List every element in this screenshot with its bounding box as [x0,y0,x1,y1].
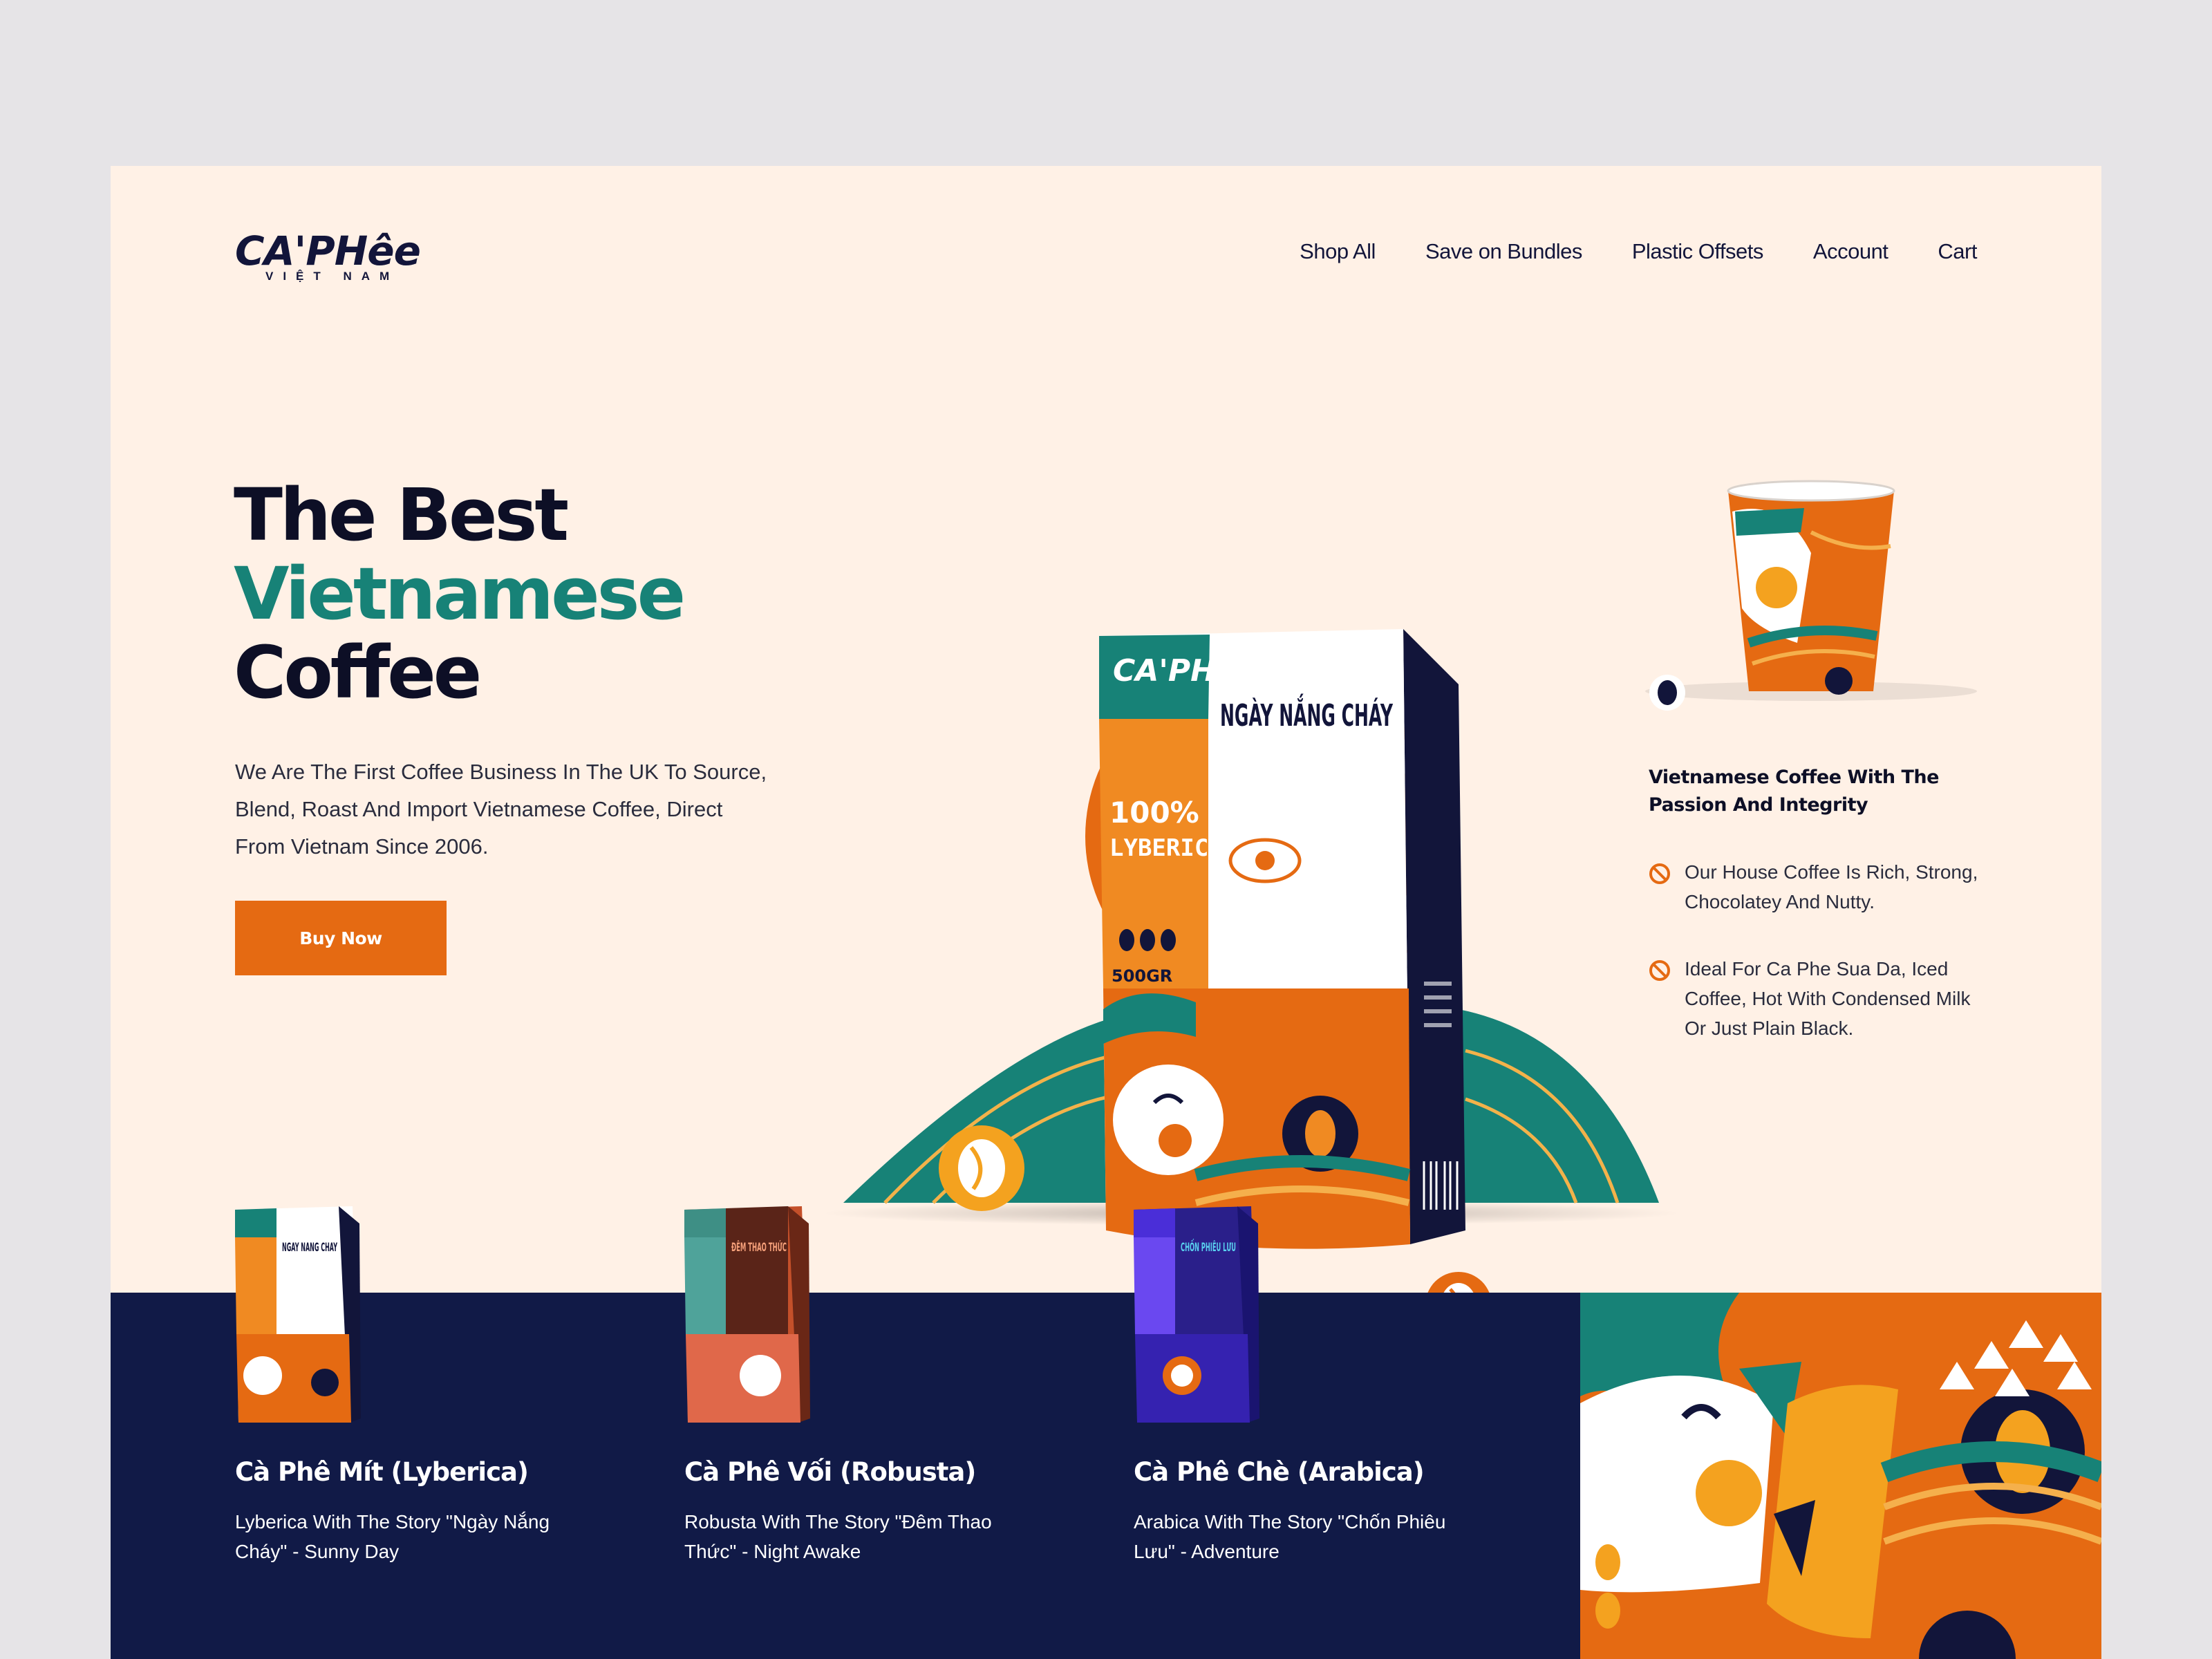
nav-plastic-offsets[interactable]: Plastic Offsets [1632,239,1764,264]
landing-page: CA'PHêe VIỆT NAM Shop All Save on Bundle… [111,166,2101,1659]
hero-title: The Best Vietnamese Coffee [234,473,686,715]
nav-cart[interactable]: Cart [1938,239,1977,264]
side-heading: Vietnamese Coffee With The Passion And I… [1649,767,1939,816]
bag-percent: 100% [1109,796,1199,830]
bag-weight: 500GR [1112,966,1172,986]
pack-label-robusta: ĐÊM THAO THỨC [731,1239,787,1255]
illustration-panel [1580,1293,2101,1659]
hero-title-line1: The Best [234,473,569,557]
bag-brand-text: CA'PHêe [1113,653,1257,688]
brand-logo[interactable]: CA'PHêe VIỆT NAM [235,227,422,289]
coffee-cup-illustration [1645,480,1977,711]
bean-bullet-icon [1649,960,1670,981]
pack-label-lyberica: NGAY NANG CHAY [282,1241,337,1255]
side-bullet-1-text: Our House Coffee Is Rich, Strong, Chocol… [1685,861,1978,912]
logo-wordmark: CA'PHêe [235,227,421,274]
product-name-arabica[interactable]: Cà Phê Chè (Arabica) [1134,1457,1425,1487]
bag-bean-type: LYBERICA [1109,834,1223,862]
nav-account[interactable]: Account [1813,239,1888,264]
nav-save-on-bundles[interactable]: Save on Bundles [1425,239,1582,264]
product-desc-lyberica: Lyberica With The Story "Ngày Nắng Cháy"… [235,1511,550,1562]
side-bullet-2-text: Ideal For Ca Phe Sua Da, Iced Coffee, Ho… [1685,958,1971,1039]
buy-now-button[interactable]: Buy Now [235,901,447,975]
side-bullet-1: Our House Coffee Is Rich, Strong, Chocol… [1649,857,1980,917]
main-nav: Shop All Save on Bundles Plastic Offsets… [1300,239,1977,264]
hero-title-line3: Coffee [234,630,482,715]
face-illustration [1580,1293,2101,1659]
bag-blend-name: NGÀY NẮNG CHÁY [1220,693,1394,733]
side-bullet-2: Ideal For Ca Phe Sua Da, Iced Coffee, Ho… [1649,954,1980,1043]
bean-bullet-icon [1649,863,1670,884]
coffee-bag-large: CA'PHêe NGÀY NẮNG CHÁY 100% LYBERICA 500… [1099,629,1465,1249]
product-desc-arabica: Arabica With The Story "Chốn Phiêu Lưu" … [1134,1511,1446,1562]
product-pack-arabica: CHỐN PHIÊU LƯU [1134,1206,1259,1423]
coffee-bean-left-icon [939,1125,1024,1211]
product-name-lyberica[interactable]: Cà Phê Mít (Lyberica) [235,1457,529,1487]
hero-title-line2: Vietnamese [234,552,686,636]
product-pack-lyberica: NGAY NANG CHAY [235,1206,361,1423]
product-pack-robusta: ĐÊM THAO THỨC [684,1206,810,1423]
product-name-robusta[interactable]: Cà Phê Vối (Robusta) [684,1457,976,1487]
nav-shop-all[interactable]: Shop All [1300,239,1376,264]
product-desc-robusta: Robusta With The Story "Đêm Thao Thức" -… [684,1511,992,1562]
logo-subtitle: VIỆT NAM [265,270,400,283]
hero-description: We Are The First Coffee Business In The … [235,760,767,859]
pack-label-arabica: CHỐN PHIÊU LƯU [1181,1238,1236,1255]
